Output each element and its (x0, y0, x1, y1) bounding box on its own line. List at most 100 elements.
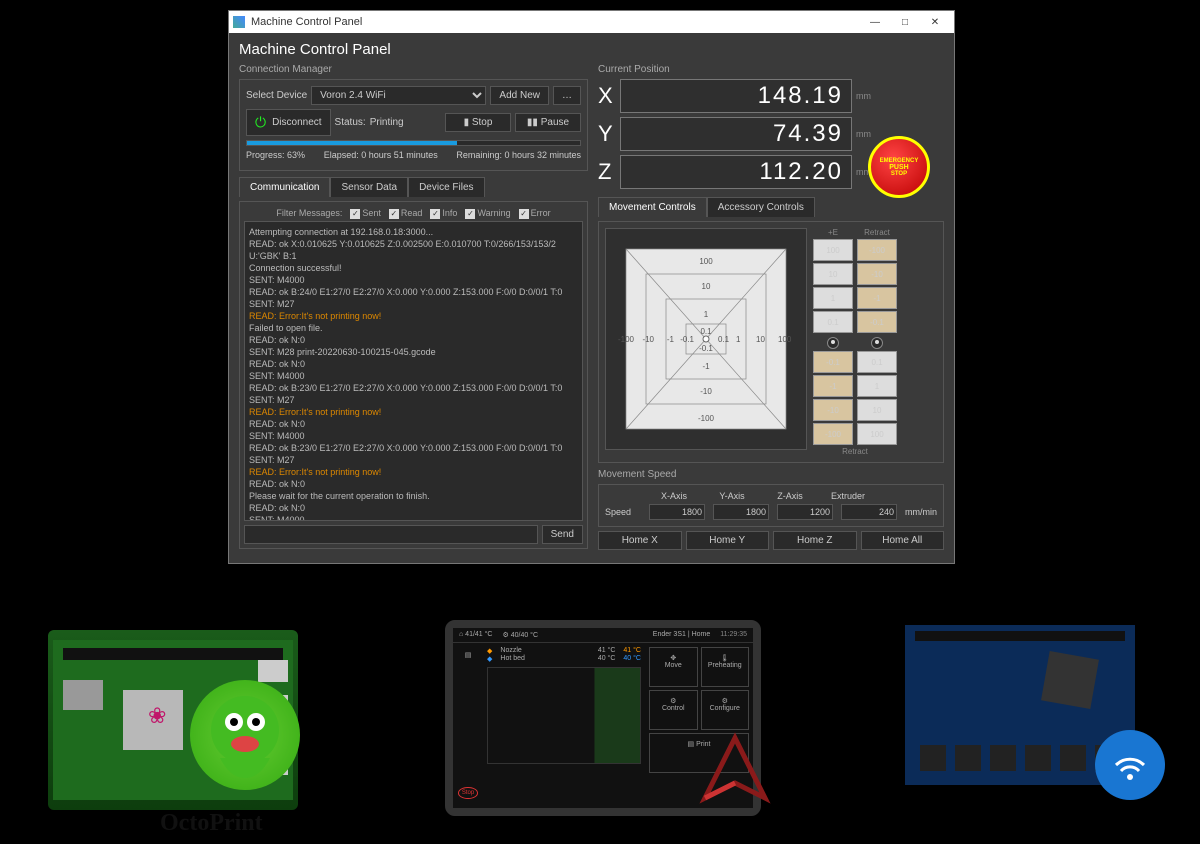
speed-e-header: Extruder (823, 491, 873, 501)
jog-z-button[interactable]: 0.1 (857, 351, 897, 373)
speed-x-header: X-Axis (649, 491, 699, 501)
jog-z-button[interactable]: -0.1 (857, 311, 897, 333)
log-line: READ: ok B:24/0 E1:27/0 E2:27/0 X:0.000 … (249, 286, 578, 298)
log-line: Attempting connection at 192.168.0.18:30… (249, 226, 578, 238)
axis-value: 74.39 (620, 117, 852, 151)
axis-label: Y (598, 121, 616, 147)
svg-text:1: 1 (736, 335, 741, 344)
axis-unit: mm (856, 91, 872, 101)
device-select[interactable]: Voron 2.4 WiFi (311, 86, 486, 105)
log-line: READ: ok X:0.010625 Y:0.010625 Z:0.00250… (249, 238, 578, 262)
jog-z-button[interactable]: -10 (857, 263, 897, 285)
axis-label: X (598, 83, 616, 109)
select-device-label: Select Device (246, 90, 307, 101)
position-header: Current Position (598, 64, 944, 75)
z-mode-radio[interactable] (813, 335, 853, 349)
filter-sent[interactable]: ✓Sent (350, 208, 381, 219)
add-new-button[interactable]: Add New (490, 86, 549, 105)
filter-info[interactable]: ✓Info (430, 208, 457, 219)
axis-unit: mm (856, 129, 872, 139)
speed-z-header: Z-Axis (765, 491, 815, 501)
speed-x-input[interactable] (649, 504, 705, 520)
svg-text:-0.1: -0.1 (699, 344, 713, 353)
log-line: SENT: M27 (249, 298, 578, 310)
svg-text:-100: -100 (698, 414, 715, 423)
log-line: READ: ok N:0 (249, 478, 578, 490)
jog-z-button[interactable]: 1 (813, 287, 853, 309)
tab-accessory[interactable]: Accessory Controls (707, 197, 815, 217)
tab-communication[interactable]: Communication (239, 177, 330, 197)
progress-bar (246, 140, 581, 146)
z-mode-radio[interactable] (857, 335, 897, 349)
tab-movement[interactable]: Movement Controls (598, 197, 707, 217)
log-line: READ: ok N:0 (249, 502, 578, 514)
emergency-stop-button[interactable]: EMERGENCY PUSH STOP (868, 136, 930, 198)
filter-label: Filter Messages: (276, 208, 342, 219)
jog-z-button[interactable]: 100 (813, 239, 853, 261)
speed-y-header: Y-Axis (707, 491, 757, 501)
svg-text:1: 1 (704, 310, 709, 319)
stop-button[interactable]: ▮ Stop (445, 113, 511, 132)
log-line: Please wait for the current operation to… (249, 490, 578, 502)
log-line: SENT: M28 print-20220630-100215-045.gcod… (249, 346, 578, 358)
jog-z-button[interactable]: -10 (813, 399, 853, 421)
app-icon (233, 16, 245, 28)
remaining-label: Remaining: 0 hours 32 minutes (456, 150, 581, 160)
jog-z-button[interactable]: 10 (857, 399, 897, 421)
jog-xy-pad[interactable]: 0.1 1 10 100 -0.1 -1 -10 -100 -0.1 -1 -1… (605, 228, 807, 450)
svg-text:-1: -1 (702, 362, 710, 371)
speed-z-input[interactable] (777, 504, 833, 520)
log-line: READ: ok N:0 (249, 334, 578, 346)
jog-z-button[interactable]: 100 (857, 423, 897, 445)
minimize-button[interactable]: — (860, 13, 890, 31)
disconnect-button[interactable]: ⏻ Disconnect (246, 109, 331, 136)
jog-z-button[interactable]: -100 (813, 423, 853, 445)
tab-files[interactable]: Device Files (408, 177, 484, 197)
svg-text:-1: -1 (667, 335, 675, 344)
jog-z-button[interactable]: -0.1 (813, 351, 853, 373)
svg-text:❀: ❀ (148, 703, 166, 728)
filter-warning[interactable]: ✓Warning (465, 208, 510, 219)
maximize-button[interactable]: □ (890, 13, 920, 31)
home-y-button[interactable]: Home Y (686, 531, 770, 550)
svg-text:10: 10 (702, 282, 711, 291)
z-retract-header: Retract (857, 228, 897, 237)
page-title: Machine Control Panel (239, 41, 944, 58)
pause-button[interactable]: ▮▮ Pause (515, 113, 581, 132)
home-z-button[interactable]: Home Z (773, 531, 857, 550)
send-button[interactable]: Send (542, 525, 583, 544)
speed-y-input[interactable] (713, 504, 769, 520)
filter-read[interactable]: ✓Read (389, 208, 423, 219)
close-button[interactable]: ✕ (920, 13, 950, 31)
tab-sensor[interactable]: Sensor Data (330, 177, 408, 197)
device-more-button[interactable]: … (553, 86, 581, 105)
log-line: READ: Error:It's not printing now! (249, 466, 578, 478)
jog-z-button[interactable]: 1 (857, 375, 897, 397)
svg-text:0.1: 0.1 (718, 335, 730, 344)
jog-z-button[interactable]: -1 (813, 375, 853, 397)
status-prefix: Status: (335, 117, 366, 128)
power-icon: ⏻ (255, 114, 266, 131)
estop-stop: STOP (891, 171, 907, 177)
log-line: READ: Error:It's not printing now! (249, 310, 578, 322)
jog-z-button[interactable]: -1 (857, 287, 897, 309)
titlebar[interactable]: Machine Control Panel — □ ✕ (229, 11, 954, 33)
log-line: SENT: M4000 (249, 430, 578, 442)
home-all-button[interactable]: Home All (861, 531, 945, 550)
jog-z-button[interactable]: -100 (857, 239, 897, 261)
filter-error[interactable]: ✓Error (519, 208, 551, 219)
log-line: READ: ok B:23/0 E1:27/0 E2:27/0 X:0.000 … (249, 442, 578, 454)
command-input[interactable] (244, 525, 538, 544)
home-x-button[interactable]: Home X (598, 531, 682, 550)
log-line: READ: ok N:0 (249, 358, 578, 370)
klipper-logo-icon (690, 728, 780, 818)
estop-push: PUSH (889, 164, 908, 171)
speed-e-input[interactable] (841, 504, 897, 520)
jog-z-button[interactable]: 0.1 (813, 311, 853, 333)
log-line: SENT: M4000 (249, 274, 578, 286)
svg-text:-0.1: -0.1 (680, 335, 694, 344)
jog-z-button[interactable]: 10 (813, 263, 853, 285)
left-tabs: Communication Sensor Data Device Files (239, 177, 588, 197)
svg-text:100: 100 (778, 335, 792, 344)
log-output[interactable]: Attempting connection at 192.168.0.18:30… (244, 221, 583, 521)
